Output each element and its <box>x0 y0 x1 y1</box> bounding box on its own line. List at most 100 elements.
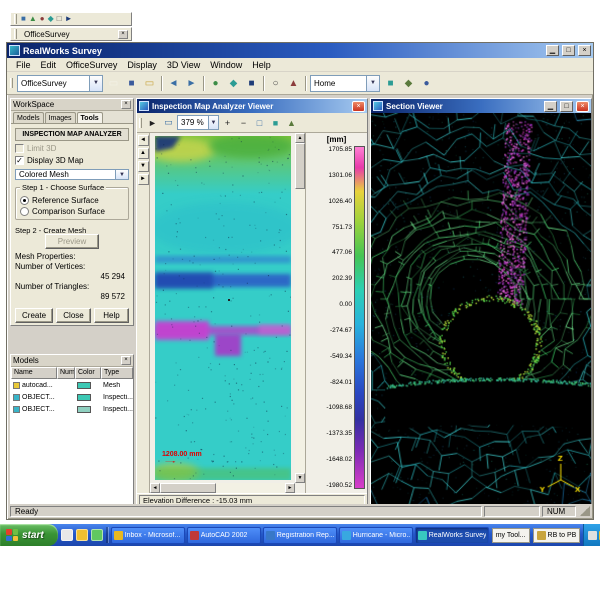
checkbox-limit-3d[interactable] <box>15 144 24 153</box>
resize-grip[interactable] <box>580 506 590 516</box>
checkbox-display-3d-map[interactable]: ✓ <box>15 156 24 165</box>
floating-toolbar[interactable]: ■▲●◆□► <box>10 12 132 26</box>
scrollbar-thumb[interactable] <box>160 483 216 493</box>
preview-button[interactable]: Preview <box>45 234 99 249</box>
task-button[interactable]: RealWorks Survey <box>415 527 489 544</box>
scroll-right-icon[interactable]: ► <box>285 483 295 493</box>
toolbar-icon[interactable]: ▭ <box>105 75 122 92</box>
column-header[interactable]: Color <box>75 367 101 379</box>
task-button[interactable]: Hurricane - Micro... <box>339 527 413 544</box>
comparison-surface-row[interactable]: Comparison Surface <box>20 207 124 216</box>
menu-item[interactable]: Edit <box>36 60 62 70</box>
menu-item[interactable]: Help <box>247 60 276 70</box>
display-3d-map-row[interactable]: ✓ Display 3D Map <box>15 156 129 165</box>
column-header[interactable]: Type <box>101 367 133 379</box>
model-row[interactable]: OBJECT...Inspecti... <box>11 391 133 403</box>
scrollbar-thumb[interactable] <box>295 143 305 189</box>
toolbar-icon[interactable]: ► <box>183 75 200 92</box>
map-canvas-area[interactable]: 1208.00 mm → ▲ ▼ ◄ ► <box>150 133 305 493</box>
close-icon[interactable]: × <box>121 100 131 109</box>
scroll-up-icon[interactable]: ▲ <box>295 133 305 143</box>
menu-item[interactable]: Window <box>205 60 247 70</box>
toolbar-icon[interactable]: ▭ <box>161 115 176 130</box>
limit-3d-row[interactable]: Limit 3D <box>15 144 129 153</box>
toolbar-icon[interactable]: − <box>236 115 251 130</box>
toolbar-grip[interactable] <box>14 14 17 24</box>
toolbar-icon[interactable]: ▭ <box>141 75 158 92</box>
close-icon[interactable]: × <box>121 356 131 365</box>
toolbar-icon[interactable]: ■ <box>268 115 283 130</box>
task-button[interactable]: AutoCAD 2002 <box>187 527 261 544</box>
close-icon[interactable]: × <box>118 30 128 39</box>
toolbar-icon[interactable]: ▲ <box>284 115 299 130</box>
toolbar-icon[interactable]: ■ <box>123 75 140 92</box>
models-panel-title[interactable]: Models × <box>11 355 133 367</box>
close-button[interactable]: Close <box>56 308 91 323</box>
toolbar-icon[interactable]: + <box>220 115 235 130</box>
workspace-tab-tools[interactable]: Tools <box>77 112 103 123</box>
toolbar-icon[interactable]: ► <box>138 174 149 185</box>
toolbar-icon[interactable]: ■ <box>21 14 26 24</box>
close-button[interactable]: × <box>352 101 365 112</box>
chevron-down-icon[interactable]: ▼ <box>89 76 102 91</box>
quick-launch-icon[interactable] <box>76 529 88 541</box>
app-titlebar[interactable]: RealWorks Survey ▁ □ × <box>7 43 593 58</box>
help-button[interactable]: Help <box>94 308 129 323</box>
workspace-tab-models[interactable]: Models <box>13 112 44 123</box>
scroll-left-icon[interactable]: ◄ <box>150 483 160 493</box>
minimize-button[interactable]: ▁ <box>544 101 557 112</box>
reference-surface-row[interactable]: Reference Surface <box>20 196 124 205</box>
toolbar-icon[interactable]: ◆ <box>225 75 242 92</box>
toolbar-icon[interactable]: ▲ <box>29 14 37 24</box>
create-button[interactable]: Create <box>15 308 53 323</box>
menu-item[interactable]: OfficeSurvey <box>61 60 122 70</box>
section-viewer-canvas[interactable] <box>371 113 591 506</box>
task-button[interactable]: Registration Rep... <box>263 527 337 544</box>
toolbar-icon[interactable]: ○ <box>267 75 284 92</box>
toolbar-icon[interactable]: ▲ <box>138 148 149 159</box>
column-header[interactable]: Name <box>11 367 57 379</box>
maximize-button[interactable]: □ <box>560 101 573 112</box>
quick-launch-icon[interactable] <box>91 529 103 541</box>
close-button[interactable]: × <box>576 101 589 112</box>
toolbar-icon[interactable]: ◆ <box>400 75 417 92</box>
toolbar-icon[interactable]: ◄ <box>138 135 149 146</box>
toolbar-icon[interactable]: □ <box>57 14 62 24</box>
workspace-panel-title[interactable]: WorkSpace × <box>11 99 133 111</box>
horizontal-scrollbar[interactable]: ◄ ► <box>150 483 295 493</box>
chevron-down-icon[interactable]: ▼ <box>208 116 218 129</box>
mesh-mode-combo[interactable]: Colored Mesh ▼ <box>15 169 129 180</box>
start-button[interactable]: start <box>0 524 58 546</box>
chevron-down-icon[interactable]: ▼ <box>115 170 128 179</box>
radio-comparison-surface[interactable] <box>20 207 29 216</box>
menu-item[interactable]: Display <box>122 60 162 70</box>
toolbar-icon[interactable]: ▼ <box>138 161 149 172</box>
module-combo[interactable]: OfficeSurvey ▼ <box>17 75 103 92</box>
radio-reference-surface[interactable] <box>20 196 29 205</box>
maximize-button[interactable]: □ <box>562 45 575 56</box>
toolbar-grip[interactable] <box>14 29 17 39</box>
vertical-scrollbar[interactable]: ▲ ▼ <box>295 133 305 483</box>
minimize-button[interactable]: ▁ <box>546 45 559 56</box>
section-viewer-body[interactable] <box>371 113 591 506</box>
toolbar-icon[interactable]: ● <box>40 14 45 24</box>
section-viewer-titlebar[interactable]: Section Viewer ▁ □ × <box>371 99 591 113</box>
toolbar-icon[interactable]: ■ <box>243 75 260 92</box>
inspection-map[interactable] <box>155 136 291 480</box>
toolbar-icon[interactable]: ■ <box>382 75 399 92</box>
toolbar-icon[interactable]: ● <box>418 75 435 92</box>
menu-item[interactable]: 3D View <box>162 60 205 70</box>
chevron-down-icon[interactable]: ▼ <box>366 76 379 91</box>
toolbar-icon[interactable]: ► <box>145 115 160 130</box>
deskband-rb-to-pb[interactable]: RB to PB <box>533 528 581 543</box>
view-combo[interactable]: Home ▼ <box>310 75 380 92</box>
column-header[interactable]: Num... <box>57 367 75 379</box>
zoom-combo[interactable]: 379 % ▼ <box>177 115 219 130</box>
menu-item[interactable]: File <box>11 60 36 70</box>
map-viewer-titlebar[interactable]: Inspection Map Analyzer Viewer × <box>137 99 367 113</box>
toolbar-icon[interactable]: ● <box>207 75 224 92</box>
scroll-down-icon[interactable]: ▼ <box>295 473 305 483</box>
toolbar-icon[interactable]: ▲ <box>285 75 302 92</box>
model-row[interactable]: autocad...Mesh <box>11 379 133 391</box>
workspace-tab-images[interactable]: Images <box>45 112 76 123</box>
